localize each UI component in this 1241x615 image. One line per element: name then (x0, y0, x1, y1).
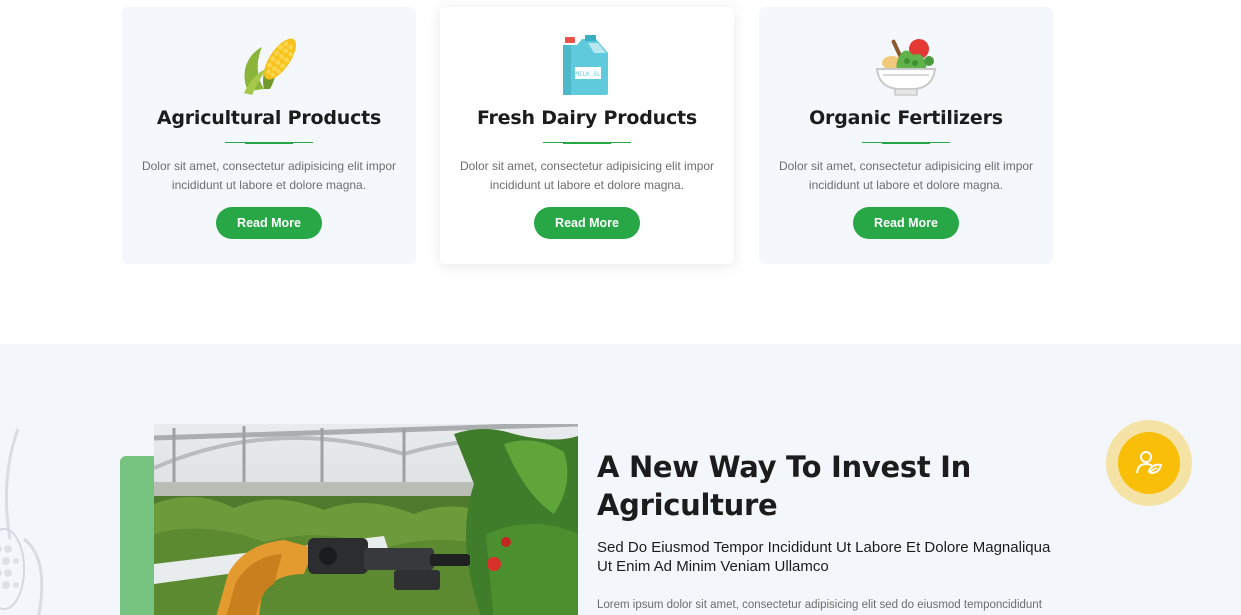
invest-subtitle: Sed Do Eiusmod Tempor Incididunt Ut Labo… (597, 539, 1051, 575)
services-section: Agricultural Products Dolor sit amet, co… (0, 0, 1241, 344)
vegetable-bowl-icon (875, 39, 937, 96)
farmer-badge-inner (1118, 432, 1180, 494)
service-title: Fresh Dairy Products (476, 107, 698, 129)
greenhouse-robot-arm-image (154, 424, 578, 615)
read-more-button[interactable]: Read More (534, 207, 640, 239)
farmer-badge[interactable] (1106, 420, 1192, 506)
title-underline (862, 142, 950, 144)
corn-sketch-decoration (0, 428, 44, 615)
read-more-button[interactable]: Read More (853, 207, 959, 239)
service-description: Dolor sit amet, consectetur adipisicing … (141, 159, 397, 192)
read-more-button[interactable]: Read More (216, 207, 322, 239)
service-title: Organic Fertilizers (809, 107, 1003, 129)
service-card-fresh-dairy-products: MILK 5L Fresh Dairy Products Dolor sit a… (440, 7, 734, 264)
service-description: Dolor sit amet, consectetur adipisicing … (778, 159, 1034, 192)
corn-icon (244, 38, 297, 95)
farmer-icon (1136, 451, 1163, 475)
invest-body: Lorem ipsum dolor sit amet, consectetur … (597, 599, 1042, 611)
title-underline (225, 142, 313, 144)
service-description: Dolor sit amet, consectetur adipisicing … (459, 159, 715, 192)
service-card-agricultural-products: Agricultural Products Dolor sit amet, co… (122, 7, 416, 264)
title-underline (543, 142, 631, 144)
milk-label: MILK 5L (575, 71, 601, 78)
milk-jug-icon: MILK 5L (563, 35, 608, 95)
invest-title: A New Way To Invest In Agriculture (597, 450, 972, 522)
service-title: Agricultural Products (156, 107, 382, 129)
invest-section: A New Way To Invest In Agriculture Sed D… (0, 344, 1241, 615)
service-card-organic-fertilizers: Organic Fertilizers Dolor sit amet, cons… (759, 7, 1053, 264)
